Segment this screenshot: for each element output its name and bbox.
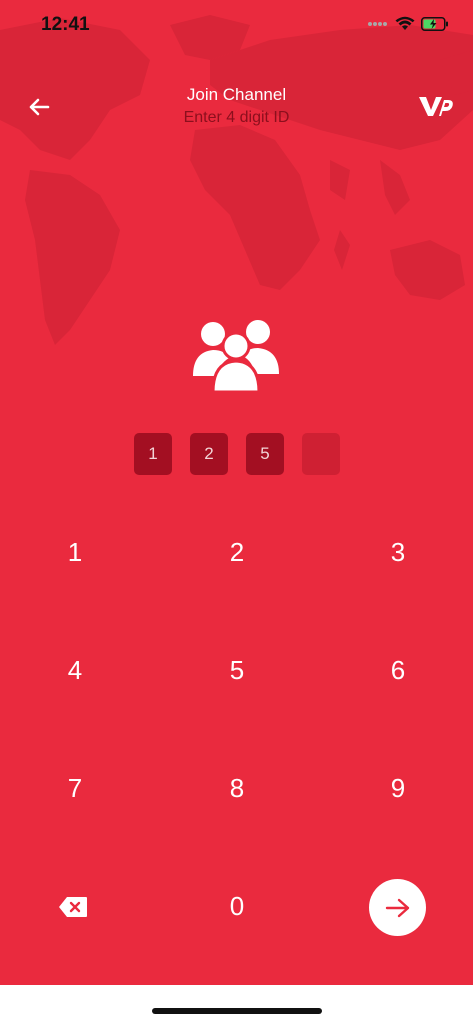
pin-input[interactable]: 1 2 5 xyxy=(134,433,340,475)
cellular-dots-icon xyxy=(368,21,387,26)
key-5[interactable]: 5 xyxy=(182,635,292,705)
battery-charging-icon xyxy=(421,16,448,31)
pin-digit-1: 1 xyxy=(134,433,172,475)
submit-button[interactable] xyxy=(369,879,426,936)
arrow-right-icon xyxy=(385,898,409,917)
key-7[interactable]: 7 xyxy=(20,753,130,823)
pin-digit-3: 5 xyxy=(246,433,284,475)
wifi-icon xyxy=(395,16,415,30)
backspace-icon xyxy=(59,897,87,917)
home-indicator[interactable] xyxy=(152,1008,322,1014)
key-4[interactable]: 4 xyxy=(20,635,130,705)
key-9[interactable]: 9 xyxy=(343,753,453,823)
group-users-icon xyxy=(193,320,279,392)
pin-digit-4 xyxy=(302,433,340,475)
page-title: Join Channel xyxy=(186,85,287,104)
key-2[interactable]: 2 xyxy=(182,517,292,587)
vp-logo xyxy=(419,97,453,116)
key-1[interactable]: 1 xyxy=(20,517,130,587)
join-channel-screen: 12:41 Join Channel Enter 4 digit ID 1 2 … xyxy=(0,0,473,985)
key-3[interactable]: 3 xyxy=(343,517,453,587)
page-subtitle: Enter 4 digit ID xyxy=(183,109,290,126)
status-icons xyxy=(367,16,449,31)
key-6[interactable]: 6 xyxy=(343,635,453,705)
status-time: 12:41 xyxy=(41,14,90,35)
delete-button[interactable] xyxy=(53,891,93,923)
pin-digit-2: 2 xyxy=(190,433,228,475)
key-0[interactable]: 0 xyxy=(182,871,292,941)
key-8[interactable]: 8 xyxy=(182,753,292,823)
